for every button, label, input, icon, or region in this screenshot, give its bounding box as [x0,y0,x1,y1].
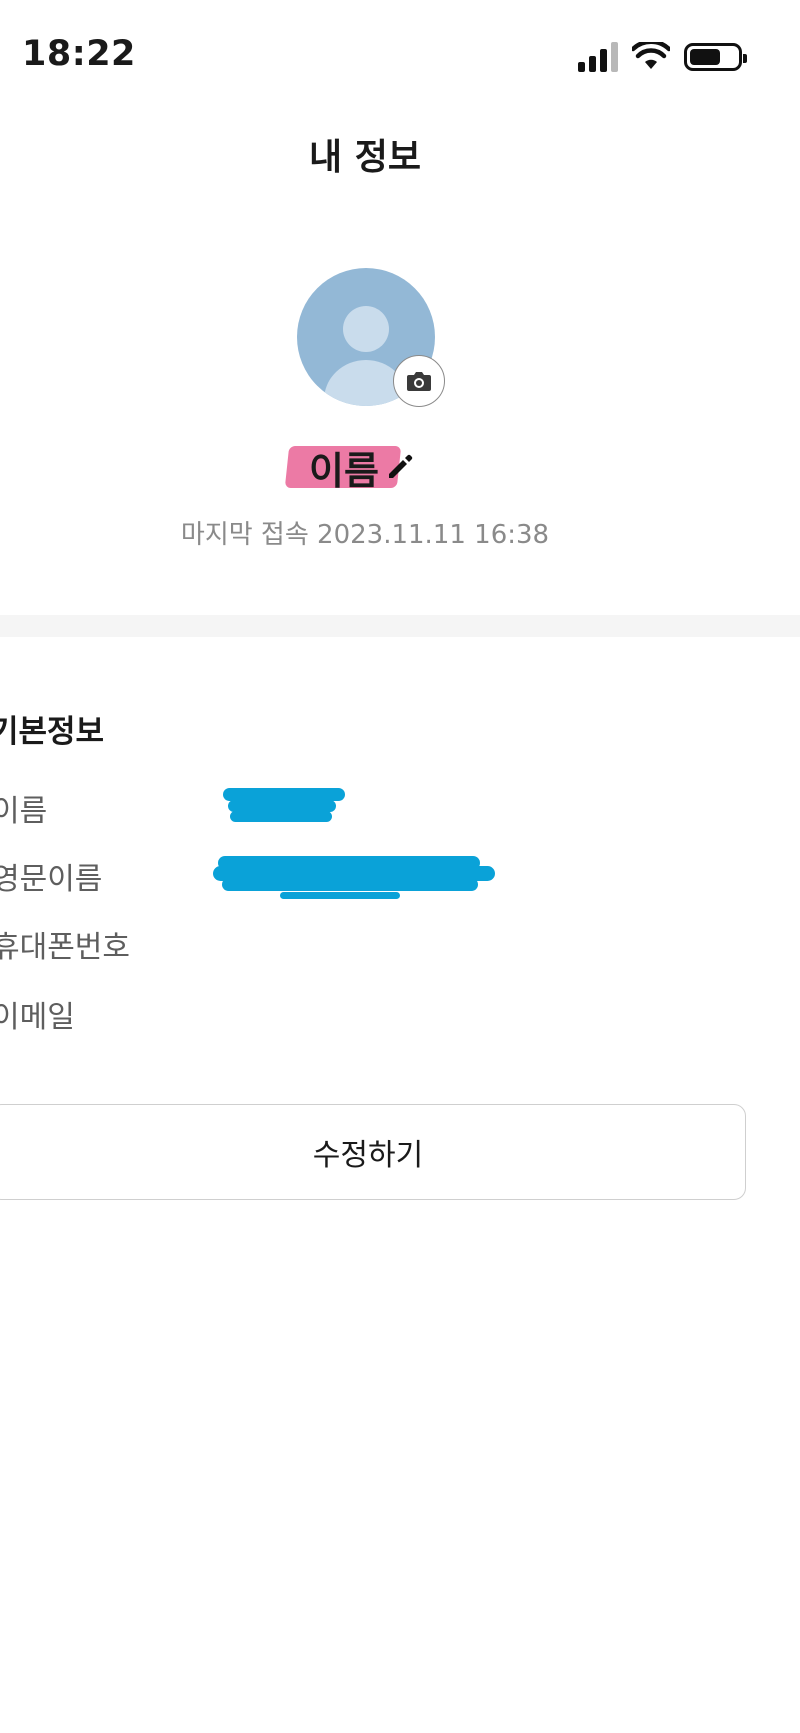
pencil-icon[interactable] [385,452,415,482]
field-label-name: 이름 [0,794,48,829]
section-divider [0,615,800,637]
field-label-english-name: 영문이름 [0,862,103,897]
profile-name-text: 이름 [309,448,379,493]
camera-icon [407,372,431,391]
system-icons [578,40,747,74]
wifi-icon [632,42,670,69]
edit-button[interactable]: 수정하기 [0,1104,746,1200]
cellular-signal-icon [578,42,618,72]
field-label-email: 이메일 [0,1000,75,1035]
status-time: 18:22 [22,34,136,74]
section-title-basic-info: 기본정보 [0,714,105,750]
change-photo-button[interactable] [393,355,445,407]
battery-icon [684,43,747,71]
field-label-phone: 휴대폰번호 [0,930,130,965]
page-title: 내 정보 [309,137,421,178]
last-login-text: 마지막 접속 2023.11.11 16:38 [180,520,550,550]
profile-name[interactable]: 이름 [284,444,415,493]
